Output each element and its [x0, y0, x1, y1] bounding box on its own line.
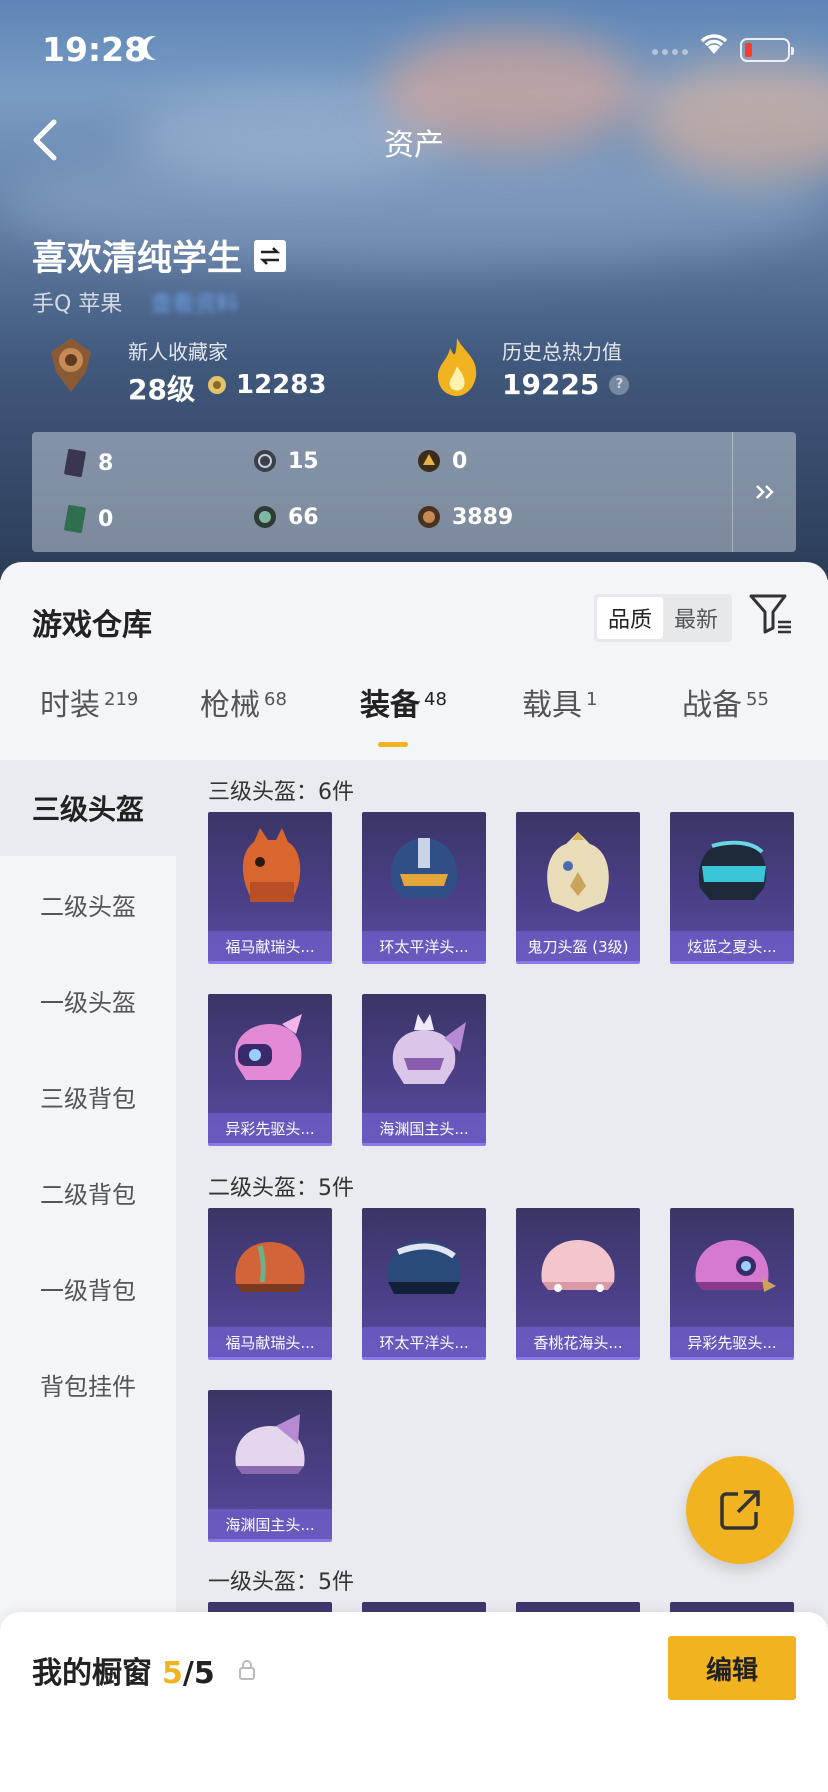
player-platform: 手Q 苹果 — [32, 292, 123, 317]
profile-link[interactable]: 查看资料 — [150, 286, 238, 318]
sort-toggle: 品质 最新 — [594, 594, 732, 642]
peach-helmet-icon — [541, 1240, 615, 1292]
item-card[interactable]: 异彩先驱头... — [208, 994, 332, 1146]
resource-item: 0 — [416, 448, 467, 474]
heat-value-row: 19225 ? — [502, 368, 630, 401]
sort-quality-button[interactable]: 品质 — [597, 597, 663, 639]
item-card[interactable]: 炫蓝之夏头... — [670, 812, 794, 964]
side-item-level3-helmet[interactable]: 三级头盔 — [0, 760, 176, 856]
bronze-coin-icon — [418, 506, 440, 528]
item-card[interactable]: 异彩先驱头... — [670, 1208, 794, 1360]
active-tab-indicator — [378, 742, 408, 747]
player-name: 喜欢清纯学生 — [32, 239, 243, 279]
eagle-helmet-icon — [547, 832, 609, 912]
wifi-icon — [700, 34, 728, 54]
hero-background: 19:28 资产 喜欢清纯学生 手Q 苹果 查看资料 新人收藏家 28级 122… — [0, 0, 828, 580]
section-title: 二级头盔：5件 — [208, 1176, 354, 1201]
resource-item: 8 — [62, 448, 113, 478]
warehouse-panel: 游戏仓库 品质 最新 时装 219 枪械 68 装备 48 载具 1 战备 55 三级头盔… — [0, 562, 828, 1792]
category-tabs: 时装 219 枪械 68 装备 48 载具 1 战备 55 — [0, 680, 828, 760]
collector-level: 28级 — [128, 373, 195, 406]
side-item-level1-helmet[interactable]: 一级头盔 — [0, 952, 176, 1048]
section-title: 一级头盔：5件 — [208, 1570, 354, 1595]
pink-fish-helmet-icon — [234, 1014, 302, 1080]
showcase-title: 我的橱窗 5 /5 — [32, 1648, 215, 1692]
showcase-current: 5 — [162, 1656, 183, 1691]
item-card[interactable]: 海渊国主头... — [208, 1390, 332, 1542]
blue-visor-helmet-icon — [698, 840, 767, 900]
sort-newest-button[interactable]: 最新 — [663, 597, 729, 639]
collector-medal-icon — [51, 338, 91, 392]
resource-item: 0 — [62, 504, 113, 534]
side-item-level2-backpack[interactable]: 二级背包 — [0, 1144, 176, 1240]
status-bar: 19:28 — [0, 0, 828, 100]
item-card[interactable]: 海渊国主头... — [362, 994, 486, 1146]
switch-account-icon[interactable] — [254, 239, 287, 272]
share-out-icon — [720, 1490, 760, 1530]
navy-helmet-icon — [387, 1240, 461, 1294]
item-card[interactable]: 福马献瑞头... — [208, 812, 332, 964]
resource-panel: 8 15 0 0 66 3889 — [32, 432, 796, 552]
share-button[interactable] — [686, 1456, 794, 1564]
side-item-level2-helmet[interactable]: 二级头盔 — [0, 856, 176, 952]
section-title: 三级头盔：6件 — [208, 780, 354, 805]
tab-equipment[interactable]: 装备 48 — [360, 680, 447, 724]
showcase-total: /5 — [182, 1656, 215, 1691]
green-card-icon — [64, 504, 86, 534]
edit-button[interactable]: 编辑 — [668, 1636, 796, 1700]
sea-king-helmet-icon — [235, 1414, 305, 1474]
item-card[interactable]: 福马献瑞头... — [208, 1208, 332, 1360]
tab-vehicles[interactable]: 载具 1 — [522, 680, 597, 724]
heat-label: 历史总热力值 — [502, 340, 622, 364]
orange-helmet-icon — [235, 1242, 305, 1292]
warehouse-title: 游戏仓库 — [32, 608, 152, 643]
showcase-bar: 我的橱窗 5 /5 编辑 — [0, 1612, 828, 1792]
tab-supplies[interactable]: 战备 55 — [682, 680, 769, 724]
app-root: 19:28 资产 喜欢清纯学生 手Q 苹果 查看资料 新人收藏家 28级 122… — [0, 0, 828, 1792]
green-coin-icon — [254, 506, 276, 528]
sea-king-helmet-icon — [392, 1014, 466, 1084]
tab-fashion[interactable]: 时装 219 — [40, 680, 138, 724]
page-title: 资产 — [384, 128, 444, 163]
resource-item: 3889 — [416, 504, 513, 530]
showcase-label: 我的橱窗 — [32, 1656, 152, 1691]
status-time: 19:28 — [42, 30, 148, 69]
player-sub: 手Q 苹果 查看资料 — [32, 286, 238, 318]
tab-guns[interactable]: 枪械 68 — [200, 680, 287, 724]
double-chevron-right-icon — [755, 485, 774, 499]
player-name-row: 喜欢清纯学生 — [32, 230, 287, 281]
side-item-level1-backpack[interactable]: 一级背包 — [0, 1240, 176, 1336]
moon-icon — [147, 36, 171, 60]
laurel-coin-icon — [208, 376, 226, 394]
lock-icon — [239, 1660, 255, 1680]
horse-helmet-icon — [242, 828, 301, 902]
collector-label: 新人收藏家 — [128, 340, 228, 364]
heat-value: 19225 — [502, 368, 600, 401]
resource-item: 15 — [252, 448, 319, 474]
cellular-signal-icon — [652, 49, 688, 55]
pink-fish-helmet-icon — [695, 1240, 776, 1292]
flame-icon — [438, 338, 477, 396]
filter-icon[interactable] — [748, 592, 794, 636]
resource-more-button[interactable] — [732, 432, 796, 552]
item-card[interactable]: 香桃花海头... — [516, 1208, 640, 1360]
mech-helmet-icon — [390, 838, 458, 898]
side-item-level3-backpack[interactable]: 三级背包 — [0, 1048, 176, 1144]
coin-count: 12283 — [204, 370, 326, 400]
battery-icon — [740, 38, 794, 62]
side-item-backpack-charm[interactable]: 背包挂件 — [0, 1336, 176, 1432]
item-card[interactable]: 鬼刀头盔 (3级) — [516, 812, 640, 964]
item-card[interactable]: 环太平洋头... — [362, 812, 486, 964]
resource-item: 66 — [252, 504, 319, 530]
gold-coin-icon — [418, 450, 440, 472]
help-icon[interactable]: ? — [609, 374, 630, 395]
silver-coin-icon — [254, 450, 276, 472]
item-card[interactable]: 环太平洋头... — [362, 1208, 486, 1360]
dark-card-icon — [64, 448, 86, 478]
